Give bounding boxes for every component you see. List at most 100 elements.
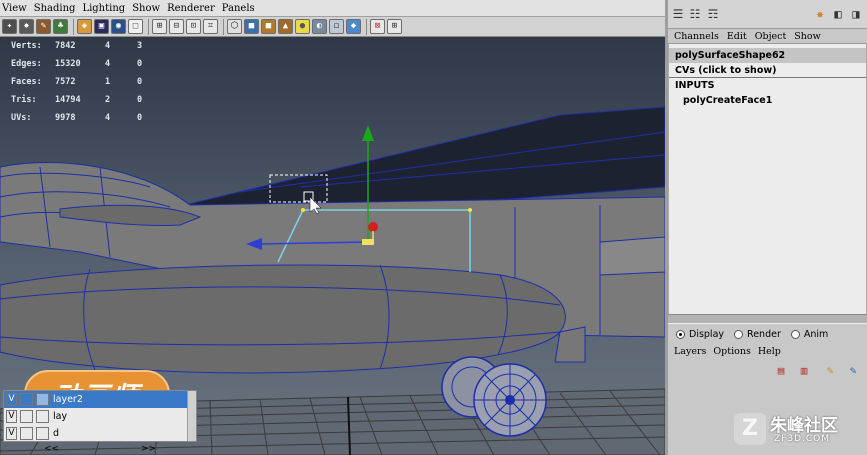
layer-scrollbar[interactable] (187, 391, 196, 441)
layer-row[interactable]: V layer2 (4, 391, 196, 408)
backface-icon[interactable]: ◆ (346, 19, 361, 34)
radio-anim[interactable]: Anim (790, 329, 828, 340)
menu-panels[interactable]: Panels (222, 3, 255, 14)
menu-shading[interactable]: Shading (34, 3, 76, 14)
wireframe-icon[interactable]: ◈ (77, 19, 92, 34)
render-globals-icon[interactable]: ✸ (813, 7, 827, 21)
layer-from-selected-icon[interactable]: ▥ (795, 362, 813, 380)
layer-template-toggle[interactable] (20, 393, 33, 406)
layer-name: layer2 (53, 394, 83, 405)
panel-splitter[interactable] (668, 314, 867, 324)
menu-edit[interactable]: Edit (727, 31, 747, 42)
toolbar-separator (73, 18, 74, 35)
new-layer-icon[interactable]: ▤ (772, 362, 790, 380)
frame-all-icon[interactable]: ⊞ (387, 19, 402, 34)
inputs-header: INPUTS (675, 80, 715, 91)
menu-channels[interactable]: Channels (674, 31, 719, 42)
xray-icon[interactable]: ◻ (329, 19, 344, 34)
shadow-icon[interactable]: ◐ (312, 19, 327, 34)
layer-row[interactable]: V d (4, 425, 196, 442)
watermark-logo-icon: Z (734, 413, 766, 445)
light-icon[interactable]: ▲ (278, 19, 293, 34)
tool-settings-icon[interactable]: ☶ (706, 7, 720, 21)
channels-menubar: Channels Edit Object Show (668, 29, 867, 44)
menu-renderer[interactable]: Renderer (167, 3, 215, 14)
grid-icon[interactable]: ⊞ (152, 19, 167, 34)
menu-show[interactable]: Show (132, 3, 160, 14)
cube-icon[interactable]: ⬡ (227, 19, 242, 34)
channel-box-panel: ☰ ☷ ☶ ✸ ◧ ◨ Channels Edit Object Show po… (665, 0, 867, 455)
bookmark-icon[interactable]: □ (128, 19, 143, 34)
layer-list: V layer2 V lay V d (3, 390, 197, 442)
layer-color-swatch[interactable] (36, 410, 49, 423)
hud-row-faces: Faces: 7572 1 0 (11, 77, 143, 87)
menu-lighting[interactable]: Lighting (82, 3, 125, 14)
channel-box-icon[interactable]: ☰ (671, 7, 685, 21)
textured-icon[interactable]: ■ (244, 19, 259, 34)
layer-prev-button[interactable]: << (44, 444, 59, 455)
upper-wing (184, 106, 665, 210)
watermark-subtext: ZF3D.COM (774, 434, 830, 444)
radio-dot[interactable] (790, 329, 800, 339)
input-node[interactable]: polyCreateFace1 (669, 93, 866, 108)
toolbar-separator (223, 18, 224, 35)
site-watermark: Z 朱峰社区 ZF3D.COM (734, 409, 867, 455)
watermark-text: 朱峰社区 (770, 416, 838, 436)
radio-dot[interactable] (676, 329, 685, 339)
layer-color-swatch[interactable] (36, 393, 49, 406)
drop-tank (0, 264, 586, 374)
menu-layers[interactable]: Layers (674, 346, 706, 357)
viewport-menubar: View Shading Lighting Show Renderer Pane… (0, 0, 665, 17)
shaded-icon[interactable]: ■ (261, 19, 276, 34)
film-gate-icon[interactable]: ⊟ (169, 19, 184, 34)
panel-top-bar: ☰ ☷ ☶ ✸ ◧ ◨ (668, 0, 867, 29)
cvs-toggle[interactable]: CVs (click to show) (669, 63, 866, 78)
viewport-toolbar: ✦ ✸ ✎ ♣ ◈ ▣ ◉ □ ⊞ ⊟ ⊡ ⌗ ⬡ ■ ■ ▲ ● ◐ ◻ ◆ … (0, 17, 665, 37)
layer-template-toggle[interactable] (20, 410, 33, 423)
isolate-icon[interactable]: ⊠ (370, 19, 385, 34)
select-icon[interactable]: ✦ (2, 19, 17, 34)
layer-template-toggle[interactable] (20, 427, 33, 440)
layer-next-button[interactable]: >> (141, 444, 156, 455)
layer-mode-radios: Display Render Anim (668, 324, 867, 344)
layer-tools: ▤ ▥ ✎ ✎ (668, 359, 867, 383)
radio-render[interactable]: Render (734, 329, 781, 340)
viewport-panel[interactable]: View Shading Lighting Show Renderer Pane… (0, 0, 665, 455)
brush-icon[interactable]: ♣ (53, 19, 68, 34)
outliner-icon[interactable]: ◧ (831, 7, 845, 21)
menu-view[interactable]: View (2, 3, 27, 14)
empty-layer-icon[interactable]: ✎ (821, 362, 839, 380)
layers-menubar: Layers Options Help (668, 344, 867, 359)
panel-layout-icon[interactable]: ◨ (849, 7, 863, 21)
layer-visibility-toggle[interactable]: V (6, 393, 17, 406)
toolbar-separator (366, 18, 367, 35)
bulb-icon[interactable]: ● (295, 19, 310, 34)
poly-count-hud: Verts: 7842 4 3 Edges: 15320 4 0 Faces: … (11, 37, 157, 127)
layer-visibility-toggle[interactable]: V (6, 427, 17, 440)
attribute-editor-icon[interactable]: ☷ (688, 7, 702, 21)
layer-name: d (53, 428, 60, 439)
menu-object[interactable]: Object (755, 31, 787, 42)
hud-row-uvs: UVs: 9978 4 0 (11, 113, 143, 123)
radio-dot[interactable] (734, 329, 744, 339)
radio-display[interactable]: Display (676, 329, 724, 340)
camera-icon[interactable]: ◉ (111, 19, 126, 34)
shape-node-name[interactable]: polySurfaceShape62 (669, 48, 866, 63)
smooth-shade-icon[interactable]: ▣ (94, 19, 109, 34)
assign-layer-icon[interactable]: ✎ (844, 362, 862, 380)
menu-options[interactable]: Options (713, 346, 750, 357)
safe-area-icon[interactable]: ⌗ (203, 19, 218, 34)
lasso-icon[interactable]: ✸ (19, 19, 34, 34)
hud-row-edges: Edges: 15320 4 0 (11, 59, 143, 69)
layer-color-swatch[interactable] (36, 427, 49, 440)
layer-name: lay (53, 411, 68, 422)
menu-show-channels[interactable]: Show (794, 31, 820, 42)
hud-row-verts: Verts: 7842 4 3 (11, 41, 143, 51)
layer-nav: << >> (3, 444, 197, 455)
resolution-gate-icon[interactable]: ⊡ (186, 19, 201, 34)
hud-row-tris: Tris: 14794 2 0 (11, 95, 143, 105)
paint-icon[interactable]: ✎ (36, 19, 51, 34)
layer-row[interactable]: V lay (4, 408, 196, 425)
menu-help[interactable]: Help (758, 346, 781, 357)
layer-visibility-toggle[interactable]: V (6, 410, 17, 423)
